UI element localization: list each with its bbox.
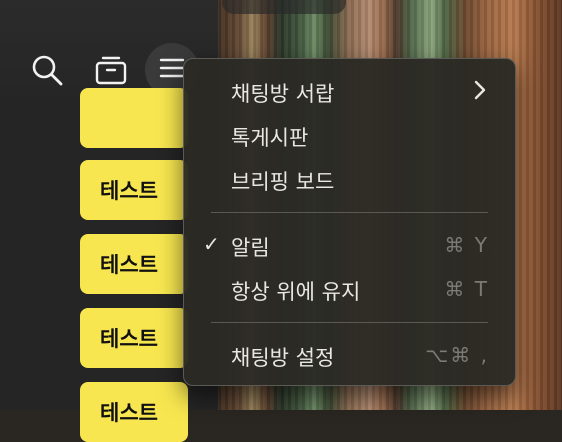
menu-item-label: 톡게시판 (231, 126, 309, 150)
chat-list-item[interactable]: 테스트 (80, 160, 188, 220)
chat-list-item[interactable]: 테스트 (80, 382, 188, 442)
context-menu: 채팅방 서랍 톡게시판 브리핑 보드 ✓ 알림 ⌘ Y 항상 위에 유지 ⌘ T… (183, 58, 516, 386)
menu-separator (211, 322, 488, 323)
menu-item-notifications[interactable]: ✓ 알림 ⌘ Y (184, 225, 515, 265)
menu-item-label: 브리핑 보드 (231, 170, 335, 194)
menu-item-shortcut: ⌘ Y (444, 233, 489, 257)
checkmark-icon: ✓ (203, 232, 220, 256)
chat-list-item[interactable]: 테스트 (80, 308, 188, 368)
menu-item-label: 알림 (231, 236, 270, 260)
menu-item-label: 채팅방 서랍 (231, 82, 335, 106)
menu-item-shortcut: ⌥⌘ , (425, 343, 489, 367)
chat-list-item-label: 테스트 (100, 401, 158, 425)
menu-item-chatroom-settings[interactable]: 채팅방 설정 ⌥⌘ , (184, 335, 515, 375)
window-top-pill (222, 0, 346, 14)
chat-list-item-label: 테스트 (100, 179, 158, 203)
menu-item-label: 채팅방 설정 (231, 346, 335, 370)
archive-icon (94, 53, 128, 91)
menu-item-label: 항상 위에 유지 (231, 280, 361, 304)
menu-item-briefing-board[interactable]: 브리핑 보드 (184, 159, 515, 199)
search-button[interactable] (20, 45, 74, 99)
chat-list-item[interactable] (80, 88, 188, 148)
chat-list-item-label: 테스트 (100, 253, 158, 277)
chevron-right-icon (473, 79, 487, 106)
search-icon (30, 53, 64, 91)
menu-item-shortcut: ⌘ T (444, 277, 489, 301)
menu-item-always-on-top[interactable]: 항상 위에 유지 ⌘ T (184, 269, 515, 309)
menu-item-chat-drawer[interactable]: 채팅방 서랍 (184, 71, 515, 111)
menu-item-talk-board[interactable]: 톡게시판 (184, 115, 515, 155)
chat-list-item-label: 테스트 (100, 327, 158, 351)
menu-separator (211, 212, 488, 213)
chat-list-item[interactable]: 테스트 (80, 234, 188, 294)
